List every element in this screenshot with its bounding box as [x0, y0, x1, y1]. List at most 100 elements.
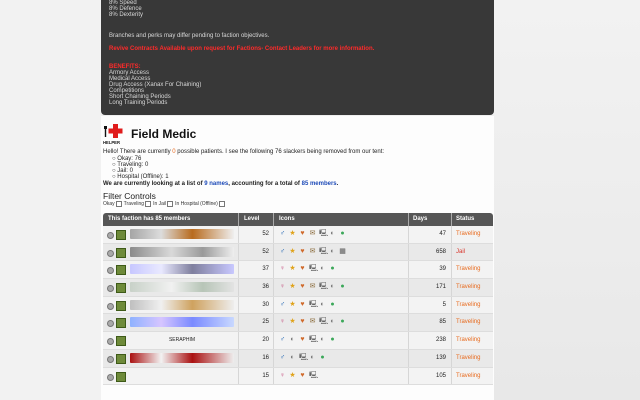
filter-traveling-checkbox[interactable]	[145, 201, 152, 207]
heart-icon[interactable]: ♥	[299, 318, 306, 325]
donator-star-icon[interactable]: ★	[289, 301, 296, 308]
heart-icon[interactable]: ♥	[299, 283, 306, 290]
benefit-item: Long Training Periods	[109, 100, 168, 106]
heart-icon[interactable]: ♥	[299, 230, 306, 237]
mail-icon[interactable]: ✉	[309, 318, 316, 325]
clock-icon[interactable]: ◐	[319, 336, 326, 343]
computer-icon[interactable]: 🖳	[319, 248, 328, 255]
table-row[interactable]: 52 ♂ ★ ♥ ✉ 🖳 ◐ ▦ 658 Jail	[103, 243, 493, 262]
mail-icon[interactable]: ✉	[309, 283, 316, 290]
header-status[interactable]: Status	[456, 216, 474, 222]
female-icon[interactable]: ♀	[279, 283, 286, 290]
male-icon[interactable]: ♂	[279, 354, 286, 361]
clock-icon[interactable]: ◐	[319, 301, 326, 308]
donator-star-icon[interactable]: ★	[289, 372, 296, 379]
heart-icon[interactable]: ♥	[299, 336, 306, 343]
clock-icon[interactable]: ◐	[289, 336, 296, 343]
donator-star-icon[interactable]: ★	[289, 265, 296, 272]
member-name-banner[interactable]	[130, 229, 234, 239]
member-days: 39	[439, 266, 446, 273]
filter-jail-checkbox[interactable]	[167, 201, 174, 207]
male-icon[interactable]: ♂	[279, 301, 286, 308]
female-icon[interactable]: ♀	[279, 318, 286, 325]
intro-text: Hello! There are currently 0 possible pa…	[103, 149, 384, 156]
table-row[interactable]: 16 ♂ ◐ 🖳 ◐ ● 139 Traveling	[103, 349, 493, 368]
online-status-icon[interactable]: ●	[339, 318, 346, 325]
table-row[interactable]: 37 ♀ ★ ♥ 🖳 ◐ ● 39 Traveling	[103, 261, 493, 280]
filter-okay-checkbox[interactable]	[115, 201, 122, 207]
donator-star-icon[interactable]: ★	[289, 230, 296, 237]
member-name-banner[interactable]	[130, 264, 234, 275]
faction-flag-icon	[116, 318, 126, 329]
heart-icon[interactable]: ♥	[299, 265, 306, 272]
member-status: Traveling	[456, 301, 481, 308]
heart-icon[interactable]: ♥	[299, 248, 306, 255]
clock-icon[interactable]: ◐	[329, 230, 336, 237]
computer-icon[interactable]: 🖳	[319, 230, 328, 237]
member-name[interactable]: SERAPHIM	[130, 335, 234, 345]
member-icons: ♂ ★ ♥ 🖳 ◐ ●	[279, 301, 336, 308]
online-status-icon[interactable]: ●	[329, 301, 336, 308]
member-name-banner[interactable]	[130, 282, 234, 293]
online-status-icon[interactable]: ●	[319, 354, 326, 361]
member-icons: ♀ ★ ♥ 🖳 ◐ ●	[279, 265, 336, 272]
filter-controls-title: Filter Controls	[103, 191, 156, 201]
heart-icon[interactable]: ♥	[299, 301, 306, 308]
clock-icon[interactable]: ◐	[289, 354, 296, 361]
member-days: 85	[439, 319, 446, 326]
list-summary: We are currently looking at a list of 9 …	[103, 181, 339, 187]
table-row[interactable]: 30 ♂ ★ ♥ 🖳 ◐ ● 5 Traveling	[103, 296, 493, 315]
member-name-banner[interactable]	[130, 317, 234, 328]
male-icon[interactable]: ♂	[279, 248, 286, 255]
computer-icon[interactable]: 🖳	[309, 301, 318, 308]
female-icon[interactable]: ♀	[279, 265, 286, 272]
member-name-banner[interactable]	[130, 299, 234, 310]
mail-icon[interactable]: ✉	[309, 248, 316, 255]
table-row[interactable]: 25 ♀ ★ ♥ ✉ 🖳 ◐ ● 85 Traveling	[103, 314, 493, 333]
online-status-icon[interactable]: ●	[329, 265, 336, 272]
medic-cross-icon: HELPER	[103, 124, 123, 145]
table-row[interactable]: 52 ♂ ★ ♥ ✉ 🖳 ◐ ● 47 Traveling	[103, 226, 493, 244]
member-days: 171	[435, 284, 446, 291]
online-status-icon[interactable]: ●	[339, 283, 346, 290]
faction-flag-icon	[116, 265, 126, 276]
jail-icon[interactable]: ▦	[339, 248, 346, 255]
clock-icon[interactable]: ◐	[309, 354, 316, 361]
member-name-banner[interactable]	[130, 371, 234, 381]
clock-icon[interactable]: ◐	[329, 318, 336, 325]
member-name-banner[interactable]	[130, 352, 234, 363]
member-level: 30	[262, 301, 269, 308]
filter-hospital-checkbox[interactable]	[218, 201, 225, 207]
member-status: Traveling	[456, 337, 481, 344]
clock-icon[interactable]: ◐	[329, 248, 336, 255]
male-icon[interactable]: ♂	[279, 230, 286, 237]
male-icon[interactable]: ♂	[279, 336, 286, 343]
mail-icon[interactable]: ✉	[309, 230, 316, 237]
filter-controls: Okay Traveling In Jail In Hospital (Offl…	[103, 201, 226, 207]
computer-icon[interactable]: 🖳	[319, 283, 328, 290]
header-days[interactable]: Days	[413, 216, 427, 222]
heart-icon[interactable]: ♥	[299, 372, 306, 379]
table-row[interactable]: 15 ♀ ★ ♥ 🖳 105 Traveling	[103, 367, 493, 386]
computer-icon[interactable]: 🖳	[319, 318, 328, 325]
clock-icon[interactable]: ◐	[329, 283, 336, 290]
computer-icon[interactable]: 🖳	[309, 372, 318, 379]
logo-text: HELPER	[103, 140, 120, 145]
table-row[interactable]: SERAPHIM 20 ♂ ◐ ♥ 🖳 ◐ ● 238 Traveling	[103, 332, 493, 350]
computer-icon[interactable]: 🖳	[309, 265, 318, 272]
table-row[interactable]: 36 ♀ ★ ♥ ✉ 🖳 ◐ ● 171 Traveling	[103, 279, 493, 297]
computer-icon[interactable]: 🖳	[299, 354, 308, 361]
donator-star-icon[interactable]: ★	[289, 283, 296, 290]
member-name-banner[interactable]	[130, 246, 234, 257]
computer-icon[interactable]: 🖳	[309, 336, 318, 343]
donator-star-icon[interactable]: ★	[289, 248, 296, 255]
female-icon[interactable]: ♀	[279, 372, 286, 379]
header-name[interactable]: This faction has 85 members	[108, 216, 190, 222]
clock-icon[interactable]: ◐	[319, 265, 326, 272]
online-status-icon[interactable]: ●	[329, 336, 336, 343]
header-level[interactable]: Level	[244, 216, 259, 222]
online-status-icon[interactable]: ●	[339, 230, 346, 237]
member-icons: ♂ ◐ ♥ 🖳 ◐ ●	[279, 336, 336, 343]
online-dot	[107, 232, 114, 239]
donator-star-icon[interactable]: ★	[289, 318, 296, 325]
